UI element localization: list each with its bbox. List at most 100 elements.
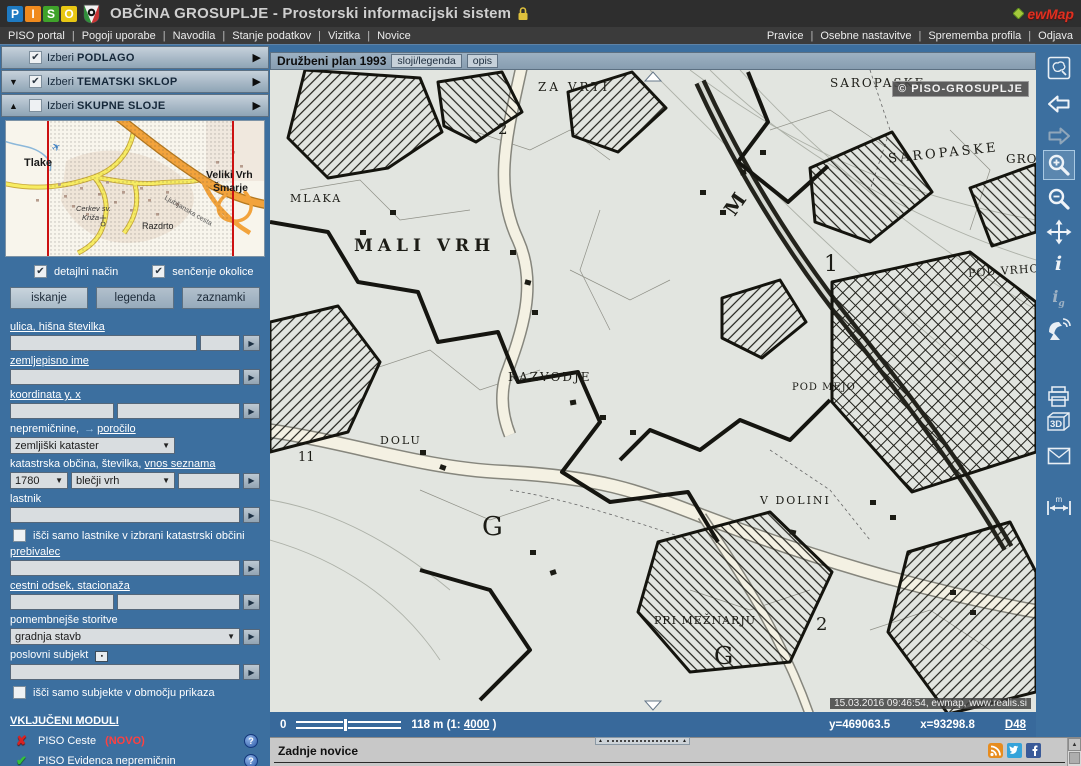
owner-filter-option[interactable]: ✔ išči samo lastnike v izbrani katastrsk… — [13, 529, 260, 542]
menu-pravice[interactable]: Pravice — [767, 30, 804, 42]
panel-checkbox[interactable]: ✔ — [29, 99, 42, 112]
chainage-input[interactable] — [117, 594, 240, 610]
resident-label[interactable]: prebivalec — [10, 546, 260, 558]
description-button[interactable]: opis — [467, 54, 498, 68]
gps-button[interactable] — [1043, 315, 1075, 345]
panel-header-podlago[interactable]: ✔ Izberi PODLAGO ▶ — [1, 46, 269, 69]
checkbox[interactable]: ✔ — [13, 529, 26, 542]
layers-legend-button[interactable]: sloji/legenda — [391, 54, 461, 68]
expander-icon[interactable]: ▲ — [9, 101, 29, 111]
full-extent-button[interactable] — [1043, 53, 1075, 83]
pan-button[interactable] — [1043, 217, 1075, 247]
resident-input[interactable] — [10, 560, 240, 576]
cadastral-name-select[interactable]: blečji vrh ▼ — [71, 472, 175, 489]
news-scrollbar[interactable]: ▲ — [1067, 738, 1081, 766]
business-search-button[interactable]: ▶ — [243, 664, 260, 680]
menu-navodila[interactable]: Navodila — [156, 30, 216, 42]
coordinate-y-input[interactable] — [10, 403, 114, 419]
menu-sprememba-profila[interactable]: Sprememba profila — [911, 30, 1021, 42]
menu-odjava[interactable]: Odjava — [1021, 30, 1073, 42]
module-link[interactable]: PISO Evidenca nepremičnin — [38, 755, 176, 766]
coordinate-x-input[interactable] — [117, 403, 240, 419]
scale-ratio-link[interactable]: 4000 — [464, 719, 490, 731]
road-section-input[interactable] — [10, 594, 114, 610]
owner-input[interactable] — [10, 507, 240, 523]
scale-slider[interactable] — [296, 721, 401, 729]
tab-iskanje[interactable]: iskanje — [10, 287, 88, 309]
panel-header-tematski-sklop[interactable]: ▼ ✔ Izberi TEMATSKI SKLOP ▶ — [1, 70, 269, 93]
identify-button[interactable]: i — [1043, 249, 1075, 279]
panel-checkbox[interactable]: ✔ — [29, 75, 42, 88]
panel-open-arrow-icon[interactable]: ▶ — [253, 51, 261, 64]
piso-logo[interactable]: P I S O — [7, 6, 77, 22]
report-link[interactable]: poročilo — [97, 423, 136, 435]
back-button[interactable] — [1043, 89, 1075, 119]
send-mail-button[interactable] — [1043, 441, 1075, 471]
geoname-label[interactable]: zemljepisno ime — [10, 355, 260, 367]
twitter-icon[interactable] — [1007, 743, 1022, 758]
panel-open-arrow-icon[interactable]: ▶ — [253, 75, 261, 88]
facebook-icon[interactable] — [1026, 743, 1041, 758]
house-number-input[interactable] — [200, 335, 240, 351]
help-button[interactable]: ? — [244, 734, 258, 748]
realestate-select[interactable]: zemljiški kataster ▼ — [10, 437, 175, 454]
panel-resize-handle[interactable]: ▲ ▲ — [595, 737, 690, 745]
services-select[interactable]: gradnja stavb ▼ — [10, 628, 240, 645]
menu-piso-portal[interactable]: PISO portal — [8, 30, 65, 42]
ewmap-logo: ewMap — [1013, 6, 1074, 22]
tab-zaznamki[interactable]: zaznamki — [182, 287, 260, 309]
rss-icon[interactable] — [988, 743, 1003, 758]
parcel-number-input[interactable] — [178, 473, 240, 489]
datum-link[interactable]: D48 — [1005, 719, 1026, 731]
menu-pogoji-uporabe[interactable]: Pogoji uporabe — [65, 30, 156, 42]
option-shading[interactable]: ✔ senčenje okolice — [152, 265, 253, 278]
list-entry-link[interactable]: vnos seznama — [145, 458, 216, 470]
menu-osebne-nastavitve[interactable]: Osebne nastavitve — [804, 30, 912, 42]
tab-legenda[interactable]: legenda — [96, 287, 174, 309]
street-label[interactable]: ulica, hišna številka — [10, 321, 260, 333]
geoname-input[interactable] — [10, 369, 240, 385]
business-registry-icon[interactable]: ▪ — [95, 651, 108, 662]
measure-button[interactable]: m — [1043, 491, 1075, 521]
module-link[interactable]: PISO Ceste — [38, 735, 96, 747]
coordinate-search-button[interactable]: ▶ — [243, 403, 260, 419]
map-viewport[interactable]: ZA VRTI SAROPASKE SAROPASKE GRO MLAKA MA… — [270, 70, 1036, 712]
checkbox[interactable]: ✔ — [152, 265, 165, 278]
road-section-label[interactable]: cestni odsek, stacionaža — [10, 580, 260, 592]
panel-open-arrow-icon[interactable]: ▶ — [253, 99, 261, 112]
parcel-search-button[interactable]: ▶ — [243, 473, 260, 489]
expander-icon[interactable]: ▼ — [9, 77, 29, 87]
identify-group-button[interactable]: ig — [1043, 283, 1075, 313]
menu-novice[interactable]: Novice — [360, 30, 410, 42]
map-label: 1 — [824, 252, 838, 277]
zoom-in-button[interactable] — [1043, 150, 1075, 180]
menu-vizitka[interactable]: Vizitka — [311, 30, 360, 42]
resident-search-button[interactable]: ▶ — [243, 560, 260, 576]
geoname-search-button[interactable]: ▶ — [243, 369, 260, 385]
panel-checkbox[interactable]: ✔ — [29, 51, 42, 64]
option-detailed-mode[interactable]: ✔ detajlni način — [34, 265, 118, 278]
threed-view-button[interactable]: 3D — [1043, 407, 1075, 437]
forward-button[interactable] — [1043, 121, 1075, 151]
scroll-thumb[interactable] — [1069, 752, 1080, 764]
services-go-button[interactable]: ▶ — [243, 629, 260, 645]
street-search-button[interactable]: ▶ — [243, 335, 260, 351]
scroll-up-button[interactable]: ▲ — [1068, 738, 1081, 751]
help-button[interactable]: ? — [244, 754, 258, 766]
panel-label: Izberi — [47, 100, 74, 112]
coordinate-label[interactable]: koordinata y, x — [10, 389, 260, 401]
owner-search-button[interactable]: ▶ — [243, 507, 260, 523]
checkbox[interactable]: ✔ — [34, 265, 47, 278]
panel-header-skupne-sloje[interactable]: ▲ ✔ Izberi SKUPNE SLOJE ▶ — [1, 94, 269, 117]
checkbox[interactable]: ✔ — [13, 686, 26, 699]
overview-map[interactable]: ✈ Tlake Veliki Vrh Šmarje Cerkev sv. Kri… — [5, 120, 265, 257]
map-image[interactable] — [270, 70, 1036, 712]
business-filter-option[interactable]: ✔ išči samo subjekte v območju prikaza — [13, 686, 260, 699]
business-input[interactable] — [10, 664, 240, 680]
menu-stanje-podatkov[interactable]: Stanje podatkov — [215, 30, 311, 42]
road-section-search-button[interactable]: ▶ — [243, 594, 260, 610]
scale-slider-handle[interactable] — [343, 718, 348, 732]
street-input[interactable] — [10, 335, 197, 351]
cadastral-code-select[interactable]: 1780 ▼ — [10, 472, 68, 489]
zoom-out-button[interactable] — [1043, 184, 1075, 214]
